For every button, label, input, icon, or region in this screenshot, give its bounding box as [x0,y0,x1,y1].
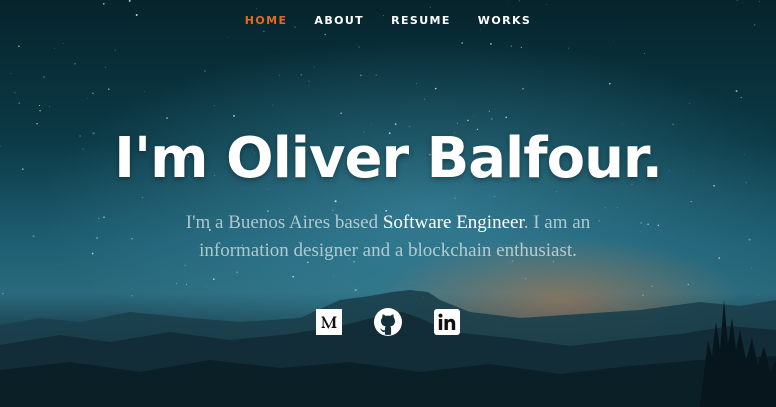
main-nav: HOME ABOUT RESUME WORKS [0,13,776,29]
social-links [0,307,776,337]
linkedin-icon [434,309,460,335]
nav-home[interactable]: HOME [245,13,288,29]
github-link[interactable] [373,307,403,337]
medium-link[interactable] [314,307,344,337]
hero-title: I'm Oliver Balfour. [114,126,663,191]
intro-highlight: Software Engineer [382,212,524,233]
intro-prefix: I'm a Buenos Aires based [185,212,383,233]
github-icon [374,308,402,336]
linkedin-link[interactable] [432,307,462,337]
medium-icon [316,309,342,335]
hero-intro: I'm a Buenos Aires based Software Engine… [150,209,626,265]
nav-about[interactable]: ABOUT [314,13,364,29]
nav-resume[interactable]: RESUME [391,13,451,29]
nav-works[interactable]: WORKS [478,13,531,29]
hero-section: HOME ABOUT RESUME WORKS I'm Oliver Balfo… [0,0,776,407]
mountain-silhouette [0,290,776,407]
